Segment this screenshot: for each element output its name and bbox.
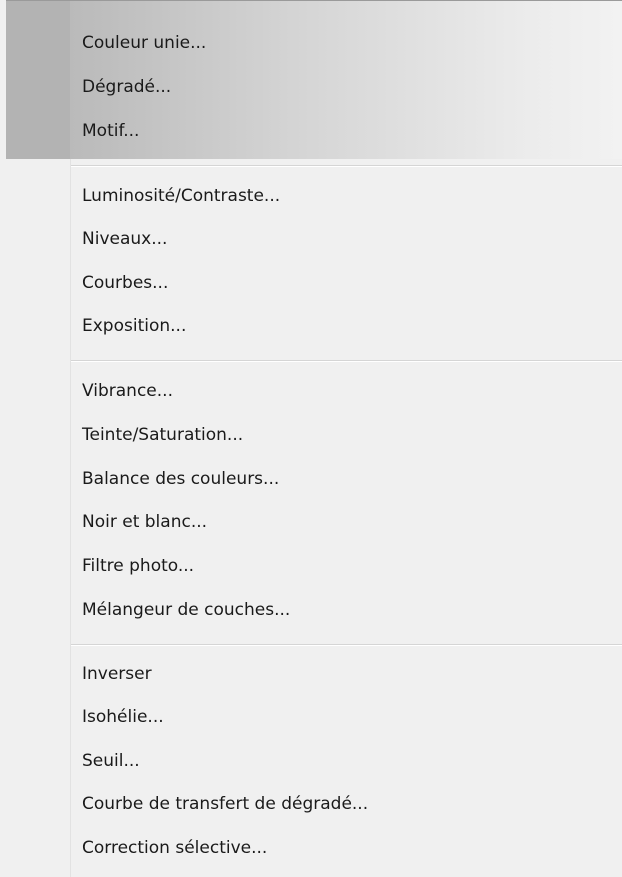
menu-item-solid-color[interactable]: Couleur unie... <box>82 25 206 61</box>
menu-item-selective-color[interactable]: Correction sélective... <box>82 830 267 866</box>
menu-item-invert[interactable]: Inverser <box>82 656 152 692</box>
menu-item-black-white[interactable]: Noir et blanc... <box>82 504 207 540</box>
menu-item-photo-filter[interactable]: Filtre photo... <box>82 548 194 584</box>
menu-separator <box>71 360 622 362</box>
menu-item-curves[interactable]: Courbes... <box>82 265 168 301</box>
menu-separator <box>71 644 622 646</box>
menu-item-gradient-map[interactable]: Courbe de transfert de dégradé... <box>82 786 368 822</box>
menu-item-exposure[interactable]: Exposition... <box>82 308 186 344</box>
menu-separator <box>71 165 622 167</box>
menu-item-vibrance[interactable]: Vibrance... <box>82 373 173 409</box>
menu-item-posterize[interactable]: Isohélie... <box>82 699 164 735</box>
menu-item-levels[interactable]: Niveaux... <box>82 221 167 257</box>
adjustment-layer-menu: Couleur unie... Dégradé... Motif... Lumi… <box>0 0 622 877</box>
menu-item-threshold[interactable]: Seuil... <box>82 743 140 779</box>
highlighted-gutter <box>6 1 70 159</box>
menu-item-brightness-contrast[interactable]: Luminosité/Contraste... <box>82 178 280 214</box>
menu-item-hue-saturation[interactable]: Teinte/Saturation... <box>82 417 243 453</box>
menu-item-gradient[interactable]: Dégradé... <box>82 69 171 105</box>
menu-item-pattern[interactable]: Motif... <box>82 113 139 149</box>
menu-item-color-balance[interactable]: Balance des couleurs... <box>82 461 279 497</box>
menu-item-channel-mixer[interactable]: Mélangeur de couches... <box>82 592 290 628</box>
